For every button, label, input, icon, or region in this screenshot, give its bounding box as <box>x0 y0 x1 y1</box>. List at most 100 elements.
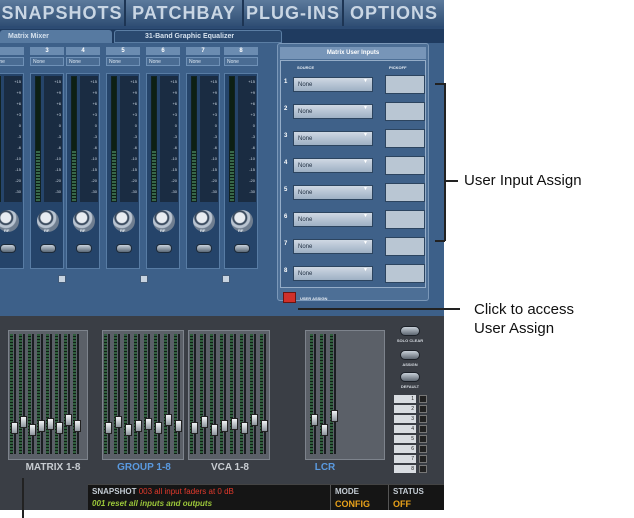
channel-fader[interactable] <box>260 334 268 456</box>
strip-button[interactable] <box>234 244 250 253</box>
channel-source-select[interactable]: None <box>106 57 140 66</box>
fader-cap[interactable] <box>74 420 81 432</box>
fader-cap[interactable] <box>11 422 18 434</box>
bank-select-button[interactable] <box>419 405 427 413</box>
fader-cap[interactable] <box>29 424 36 436</box>
bank-select-button[interactable] <box>419 425 427 433</box>
channel-fader[interactable] <box>320 334 328 456</box>
bank-select-button[interactable] <box>419 445 427 453</box>
fader-cap[interactable] <box>115 416 122 428</box>
fader-cap[interactable] <box>155 422 162 434</box>
fader-cap[interactable] <box>38 420 45 432</box>
channel-fader[interactable] <box>134 334 142 456</box>
channel-source-select[interactable]: None <box>146 57 180 66</box>
channel-fader[interactable] <box>210 334 218 456</box>
fader-cap[interactable] <box>47 418 54 430</box>
channel-fader[interactable] <box>114 334 122 456</box>
channel-fader[interactable] <box>230 334 238 456</box>
channel-fader[interactable] <box>104 334 112 456</box>
fader-cap[interactable] <box>125 424 132 436</box>
tab-graphic-equalizer[interactable]: 31-Band Graphic Equalizer <box>114 30 282 43</box>
channel-source-select[interactable]: None <box>186 57 220 66</box>
user-input-source-select[interactable]: None ▼ <box>293 185 373 200</box>
user-input-pickoff[interactable] <box>385 237 425 256</box>
link-toggle[interactable] <box>222 275 230 283</box>
user-input-pickoff[interactable] <box>385 183 425 202</box>
link-toggle[interactable] <box>58 275 66 283</box>
channel-fader[interactable] <box>124 334 132 456</box>
channel-source-select[interactable]: None <box>0 57 24 66</box>
user-input-pickoff[interactable] <box>385 210 425 229</box>
channel-fader[interactable] <box>154 334 162 456</box>
user-assign-button[interactable] <box>283 292 296 303</box>
channel-fader[interactable] <box>64 334 72 456</box>
user-input-pickoff[interactable] <box>385 156 425 175</box>
channel-fader[interactable] <box>220 334 228 456</box>
fader-cap[interactable] <box>231 418 238 430</box>
assign-button[interactable] <box>400 350 420 360</box>
user-input-source-select[interactable]: None ▼ <box>293 266 373 281</box>
channel-fader[interactable] <box>73 334 81 456</box>
channel-source-select[interactable]: None <box>30 57 64 66</box>
tab-snapshots[interactable]: SNAPSHOTS <box>0 0 124 26</box>
user-input-pickoff[interactable] <box>385 129 425 148</box>
channel-fader[interactable] <box>190 334 198 456</box>
bank-select-button[interactable] <box>419 455 427 463</box>
tab-plug-ins[interactable]: PLUG-INS <box>242 0 342 26</box>
channel-fader[interactable] <box>240 334 248 456</box>
channel-fader[interactable] <box>19 334 27 456</box>
strip-button[interactable] <box>196 244 212 253</box>
group-label-lcr[interactable]: LCR <box>305 462 345 474</box>
channel-fader[interactable] <box>37 334 45 456</box>
fader-cap[interactable] <box>145 418 152 430</box>
channel-fader[interactable] <box>250 334 258 456</box>
default-button[interactable] <box>400 372 420 382</box>
channel-fader[interactable] <box>144 334 152 456</box>
fader-cap[interactable] <box>241 422 248 434</box>
group-label-vca[interactable]: VCA 1-8 <box>190 462 270 474</box>
level-knob[interactable] <box>0 210 19 232</box>
fader-cap[interactable] <box>201 416 208 428</box>
fader-cap[interactable] <box>175 420 182 432</box>
bank-select-button[interactable] <box>419 465 427 473</box>
group-label-group[interactable]: GROUP 1-8 <box>104 462 184 474</box>
user-input-source-select[interactable]: None ▼ <box>293 212 373 227</box>
strip-button[interactable] <box>116 244 132 253</box>
fader-cap[interactable] <box>105 422 112 434</box>
channel-fader[interactable] <box>174 334 182 456</box>
fader-cap[interactable] <box>65 414 72 426</box>
tab-options[interactable]: OPTIONS <box>342 0 444 26</box>
user-input-source-select[interactable]: None ▼ <box>293 158 373 173</box>
fader-cap[interactable] <box>221 420 228 432</box>
fader-cap[interactable] <box>56 422 63 434</box>
tab-matrix-mixer[interactable]: Matrix Mixer <box>0 30 112 43</box>
tab-patchbay[interactable]: PATCHBAY <box>124 0 242 26</box>
fader-cap[interactable] <box>165 414 172 426</box>
strip-button[interactable] <box>40 244 56 253</box>
channel-fader[interactable] <box>164 334 172 456</box>
strip-button[interactable] <box>0 244 16 253</box>
fader-cap[interactable] <box>321 424 328 436</box>
bank-select-button[interactable] <box>419 435 427 443</box>
fader-cap[interactable] <box>20 416 27 428</box>
user-input-pickoff[interactable] <box>385 102 425 121</box>
bank-select-button[interactable] <box>419 395 427 403</box>
strip-button[interactable] <box>156 244 172 253</box>
link-toggle[interactable] <box>140 275 148 283</box>
fader-cap[interactable] <box>251 414 258 426</box>
user-input-pickoff[interactable] <box>385 75 425 94</box>
fader-cap[interactable] <box>311 414 318 426</box>
channel-fader[interactable] <box>46 334 54 456</box>
solo-clear-button[interactable] <box>400 326 420 336</box>
strip-button[interactable] <box>76 244 92 253</box>
fader-cap[interactable] <box>191 422 198 434</box>
channel-fader[interactable] <box>310 334 318 456</box>
channel-fader[interactable] <box>330 334 338 456</box>
user-input-pickoff[interactable] <box>385 264 425 283</box>
user-input-source-select[interactable]: None ▼ <box>293 77 373 92</box>
fader-cap[interactable] <box>331 410 338 422</box>
channel-fader[interactable] <box>55 334 63 456</box>
bank-select-button[interactable] <box>419 415 427 423</box>
user-input-source-select[interactable]: None ▼ <box>293 239 373 254</box>
fader-cap[interactable] <box>135 420 142 432</box>
